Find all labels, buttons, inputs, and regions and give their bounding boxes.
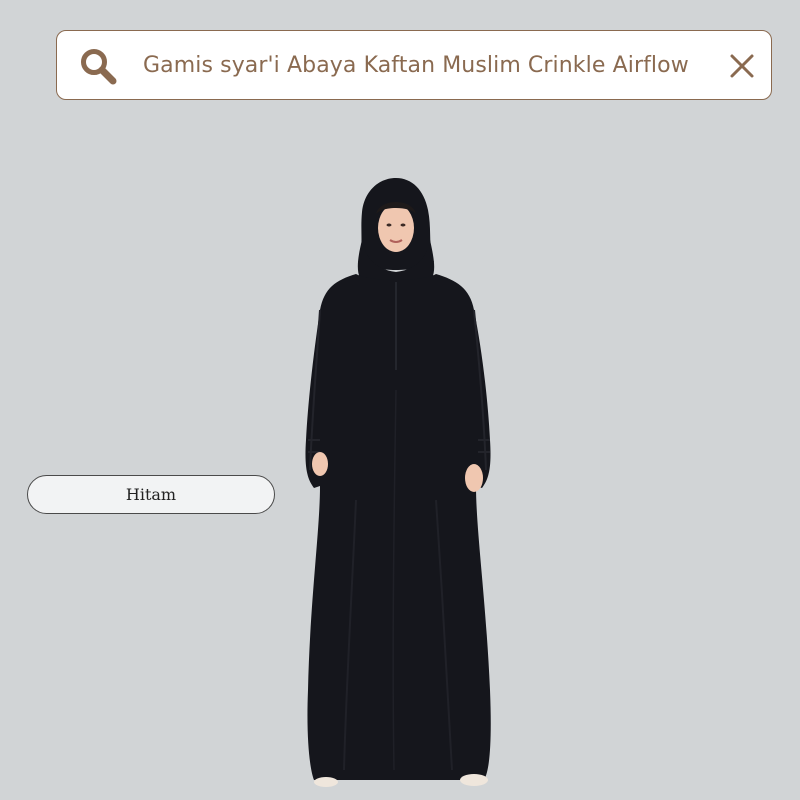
variant-option-label: Hitam xyxy=(125,485,177,504)
search-input[interactable]: Gamis syar'i Abaya Kaftan Muslim Crinkle… xyxy=(143,31,689,101)
variant-option-button[interactable]: Hitam xyxy=(27,475,275,514)
product-image xyxy=(305,178,491,787)
close-icon[interactable] xyxy=(729,53,755,79)
search-bar[interactable]: Gamis syar'i Abaya Kaftan Muslim Crinkle… xyxy=(56,30,772,100)
search-icon[interactable] xyxy=(79,47,117,85)
